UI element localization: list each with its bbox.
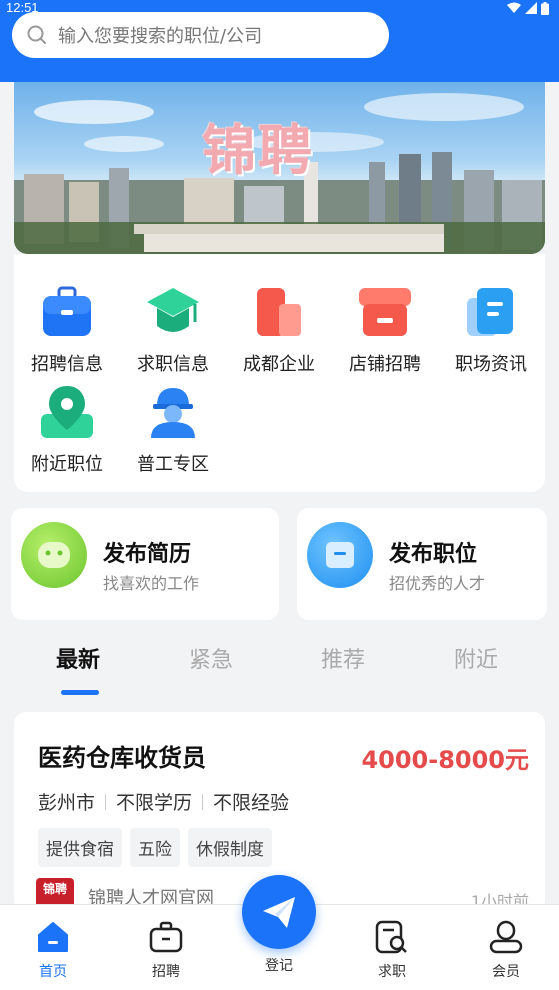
nav-jobseek-label: 求职 xyxy=(378,964,406,980)
nav-register-label: 登记 xyxy=(265,958,293,974)
paper-plane-icon xyxy=(263,897,295,928)
store-icon xyxy=(359,288,411,336)
job-tabs: 最新 紧急 推荐 附近 xyxy=(0,640,559,696)
folder-icon xyxy=(326,542,354,568)
category-jobseek-info[interactable]: 求职信息 xyxy=(120,284,226,376)
nav-jobseek[interactable]: 求职 xyxy=(357,919,427,981)
banner-title: 锦聘 xyxy=(202,118,314,182)
user-icon xyxy=(489,920,523,954)
banner[interactable]: 锦聘 xyxy=(14,82,545,254)
worker-helmet-icon xyxy=(151,388,195,438)
publish-resume-card[interactable]: 发布简历 找喜欢的工作 xyxy=(11,508,279,620)
tab-active-indicator xyxy=(61,690,99,695)
battery-icon xyxy=(541,2,549,15)
home-icon xyxy=(38,922,68,952)
category-workplace-news[interactable]: 职场资讯 xyxy=(438,284,544,376)
nav-recruit-label: 招聘 xyxy=(152,964,180,980)
job-tag: 五险 xyxy=(130,828,180,867)
category-label: 普工专区 xyxy=(137,454,209,475)
bottom-nav: 首页 招聘 登记 求职 会员 xyxy=(0,875,559,990)
nav-home-label: 首页 xyxy=(39,964,67,980)
wifi-icon xyxy=(507,2,521,13)
category-general-worker[interactable]: 普工专区 xyxy=(120,384,226,476)
nav-recruit[interactable]: 招聘 xyxy=(131,919,201,981)
nav-home[interactable]: 首页 xyxy=(18,919,88,981)
divider xyxy=(202,793,204,810)
divider xyxy=(105,793,107,810)
publish-job-card[interactable]: 发布职位 招优秀的人才 xyxy=(297,508,547,620)
publish-resume-title: 发布简历 xyxy=(103,542,192,567)
tab-recommended[interactable]: 推荐 xyxy=(321,642,365,674)
publish-job-subtitle: 招优秀的人才 xyxy=(389,574,486,593)
category-label: 成都企业 xyxy=(243,354,315,375)
smiley-icon xyxy=(38,542,70,568)
job-education: 不限学历 xyxy=(116,792,193,814)
tab-nearby[interactable]: 附近 xyxy=(454,642,498,674)
publish-resume-subtitle: 找喜欢的工作 xyxy=(103,574,200,593)
tab-urgent[interactable]: 紧急 xyxy=(189,642,233,674)
job-experience: 不限经验 xyxy=(213,792,290,814)
graduation-cap-icon xyxy=(147,288,199,332)
building-icon xyxy=(257,288,301,336)
job-tag: 提供食宿 xyxy=(38,828,122,867)
nav-member[interactable]: 会员 xyxy=(471,919,541,981)
job-requirements: 彭州市 不限学历 不限经验 xyxy=(38,788,289,815)
category-chengdu-company[interactable]: 成都企业 xyxy=(226,284,332,376)
job-location: 彭州市 xyxy=(38,792,96,814)
category-label: 店铺招聘 xyxy=(349,354,421,375)
publish-job-title: 发布职位 xyxy=(389,542,478,567)
category-recruit-info[interactable]: 招聘信息 xyxy=(14,284,120,376)
job-title: 医药仓库收货员 xyxy=(38,744,206,772)
search-bar[interactable]: 输入您要搜索的职位/公司 xyxy=(12,12,389,58)
category-label: 职场资讯 xyxy=(455,354,527,375)
category-label: 附近职位 xyxy=(31,454,103,475)
publish-job-avatar xyxy=(307,522,373,588)
category-nearby-jobs[interactable]: 附近职位 xyxy=(14,384,120,476)
tab-latest[interactable]: 最新 xyxy=(56,642,100,674)
resume-search-icon xyxy=(375,920,407,954)
location-pin-icon xyxy=(41,386,93,438)
status-icons xyxy=(507,2,549,15)
top-bar: 12:51 输入您要搜索的职位/公司 xyxy=(0,0,559,82)
signal-icon xyxy=(525,2,537,14)
job-benefit-tags: 提供食宿 五险 休假制度 xyxy=(38,828,272,867)
job-tag: 休假制度 xyxy=(188,828,272,867)
publish-resume-avatar xyxy=(21,522,87,588)
category-store-recruit[interactable]: 店铺招聘 xyxy=(332,284,438,376)
document-icon xyxy=(467,288,513,336)
search-icon xyxy=(27,25,46,44)
briefcase-icon xyxy=(43,286,91,336)
category-label: 求职信息 xyxy=(137,354,209,375)
briefcase-outline-icon xyxy=(149,921,183,953)
job-salary: 4000-8000元 xyxy=(361,746,529,774)
search-placeholder: 输入您要搜索的职位/公司 xyxy=(58,26,263,47)
category-grid: 招聘信息 求职信息 成都企业 店铺招聘 职场资讯 附近职位 普工专区 xyxy=(14,254,545,492)
nav-register-button[interactable] xyxy=(242,875,316,949)
category-label: 招聘信息 xyxy=(31,354,103,375)
nav-member-label: 会员 xyxy=(492,964,520,980)
